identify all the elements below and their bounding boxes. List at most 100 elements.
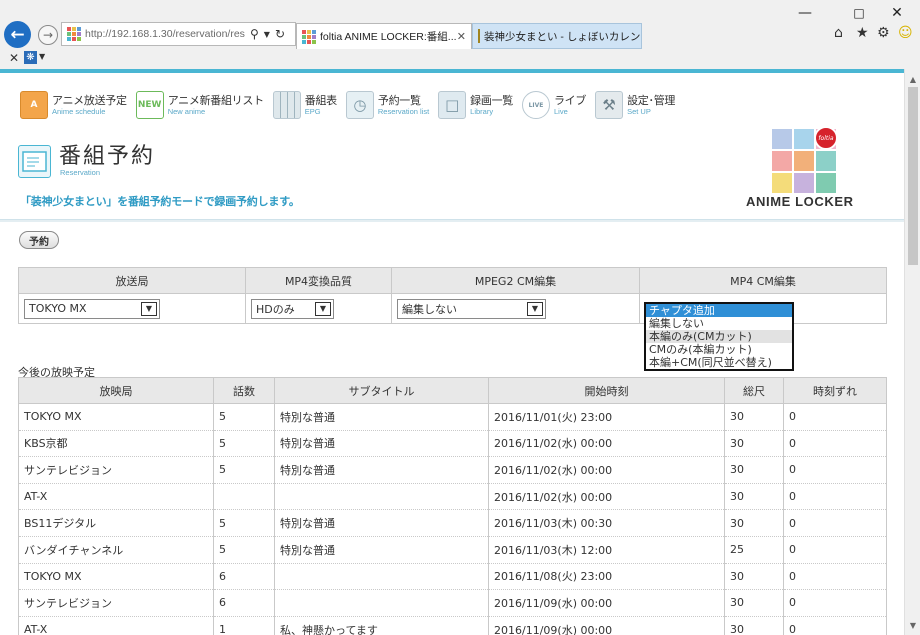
nav-epg[interactable]: 番組表 EPG (272, 89, 337, 121)
header-divider (0, 219, 904, 222)
table-cell: AT-X (18, 616, 214, 635)
table-cell: サンテレビジョン (18, 456, 214, 484)
tab-syoboi-calendar[interactable]: 装神少女まとい - しょぼいカレンダー (472, 23, 642, 49)
refresh-icon[interactable]: ↻ (275, 27, 285, 41)
folder-icon: □ (438, 91, 467, 119)
table-cell: 0 (783, 456, 887, 484)
url-text[interactable]: http://192.168.1.30/reservation/rese (85, 28, 245, 40)
close-tab-icon[interactable]: ✕ (457, 30, 466, 43)
column-header: 放送局 (18, 267, 246, 294)
table-cell: 0 (783, 616, 887, 635)
table-cell: 30 (724, 616, 784, 635)
table-row: AT-X 2016/11/02(水) 00:00 30 0 (18, 483, 887, 511)
dropdown-option[interactable]: CMのみ(本編カット) (646, 343, 792, 356)
dropdown-option[interactable]: 本編のみ(CMカット) (646, 330, 792, 343)
table-cell: 6 (213, 589, 275, 617)
table-cell (274, 589, 489, 617)
smiley-icon[interactable]: ☺ (898, 25, 913, 41)
table-cell: 30 (724, 456, 784, 484)
home-icon[interactable]: ⌂ (834, 25, 843, 41)
nav-sublabel: New anime (167, 106, 206, 116)
nav-sublabel: EPG (304, 106, 321, 116)
dropdown-option[interactable]: 本編+CM(同尺並べ替え) (646, 356, 792, 369)
tab-favicon-icon (302, 29, 316, 44)
column-header: 放映局 (18, 377, 214, 404)
dropdown-option[interactable]: 編集しない (646, 317, 792, 330)
address-bar[interactable]: http://192.168.1.30/reservation/rese ⚲ ▼… (61, 22, 296, 46)
scroll-down-icon[interactable]: ▼ (905, 617, 920, 633)
nav-sublabel: Anime schedule (52, 106, 106, 116)
table-cell: 特別な普通 (274, 536, 489, 564)
mpeg2-cm-select[interactable]: 編集しない ▼ (397, 298, 546, 319)
table-cell: 特別な普通 (274, 403, 489, 431)
tab-title: 装神少女まとい - しょぼいカレンダー (484, 30, 641, 43)
table-cell: 特別な普通 (274, 509, 489, 537)
foltia-disc-icon: foltia (814, 126, 838, 150)
table-cell: 5 (213, 509, 275, 537)
table-cell: 30 (724, 509, 784, 537)
column-header: MPEG2 CM編集 (391, 267, 640, 294)
column-header: 時刻ずれ (783, 377, 887, 404)
table-cell: 1 (213, 616, 275, 635)
chevron-down-icon[interactable]: ▼ (527, 301, 543, 316)
nav-live[interactable]: LIVE ライブ Live (521, 89, 586, 121)
page-content: A アニメ放送予定 Anime schedule NEW アニメ新番組リスト New… (0, 69, 904, 635)
tab-anime-locker[interactable]: foltia ANIME LOCKER:番組... ✕ (296, 23, 472, 49)
main-navigation: A アニメ放送予定 Anime schedule NEW アニメ新番組リスト New… (20, 89, 684, 121)
close-bar-icon[interactable]: ✕ (9, 51, 19, 65)
nav-sublabel: Set UP (627, 106, 651, 116)
page-header: 番組予約 Reservation (18, 145, 155, 178)
nav-sublabel: Library (470, 106, 494, 116)
table-cell: 2016/11/08(火) 23:00 (488, 563, 725, 591)
vertical-scrollbar[interactable]: ▲ ▼ (904, 69, 920, 635)
nav-anime-schedule[interactable]: A アニメ放送予定 Anime schedule (20, 89, 127, 121)
table-cell: 0 (783, 589, 887, 617)
chevron-down-icon[interactable]: ▼ (141, 301, 157, 316)
table-cell (213, 483, 275, 511)
nav-label: 録画一覧 (470, 93, 513, 107)
nav-library[interactable]: □ 録画一覧 Library (438, 89, 513, 121)
table-cell: 0 (783, 430, 887, 458)
column-header: MP4 CM編集 (639, 267, 887, 294)
column-header: 話数 (213, 377, 275, 404)
anime-schedule-icon: A (20, 91, 48, 119)
nav-label: アニメ新番組リスト (167, 93, 264, 107)
table-cell: 2016/11/03(木) 12:00 (488, 536, 725, 564)
station-select[interactable]: TOKYO MX ▼ (24, 298, 160, 319)
dropdown-arrow-icon[interactable]: ▼ (264, 30, 270, 39)
reservation-clock-icon (18, 145, 51, 178)
forward-button[interactable]: → (38, 25, 58, 45)
table-cell: 30 (724, 403, 784, 431)
table-cell: 2016/11/03(木) 00:30 (488, 509, 725, 537)
page-title: 番組予約 (59, 144, 156, 169)
back-button[interactable]: ← (4, 21, 31, 48)
nav-new-anime[interactable]: NEW アニメ新番組リスト New anime (135, 89, 264, 121)
table-cell: 2016/11/09(水) 00:00 (488, 616, 725, 635)
nav-reservation-list[interactable]: ◷ 予約一覧 Reservation list (345, 89, 429, 121)
dropdown-arrow-icon[interactable]: ▼ (39, 52, 45, 61)
chevron-down-icon[interactable]: ▼ (315, 301, 331, 316)
mp4-cm-dropdown-list[interactable]: チャプタ追加 編集しない 本編のみ(CMカット) CMのみ(本編カット) 本編+… (644, 302, 794, 371)
table-cell: BS11デジタル (18, 509, 214, 537)
table-cell: 25 (724, 536, 784, 564)
scroll-thumb[interactable] (908, 87, 918, 265)
addon-gear-icon[interactable]: ❋ (24, 51, 37, 64)
table-cell: 0 (783, 536, 887, 564)
scroll-up-icon[interactable]: ▲ (905, 71, 920, 87)
table-cell: 2016/11/09(水) 00:00 (488, 589, 725, 617)
reserve-button[interactable]: 予約 (19, 231, 59, 249)
gear-icon[interactable]: ⚙ (877, 25, 890, 41)
table-cell: 6 (213, 563, 275, 591)
table-cell: 私、神懸かってます (274, 616, 489, 635)
table-cell: TOKYO MX (18, 563, 214, 591)
favorites-star-icon[interactable]: ★ (856, 25, 869, 41)
mp4-quality-select[interactable]: HDのみ ▼ (251, 298, 334, 319)
dropdown-option[interactable]: チャプタ追加 (646, 304, 792, 317)
column-header: MP4変換品質 (245, 267, 392, 294)
table-cell: KBS京都 (18, 430, 214, 458)
calendar-favicon-icon (478, 29, 480, 43)
search-icon[interactable]: ⚲ (250, 27, 259, 41)
table-cell: 30 (724, 483, 784, 511)
nav-setup[interactable]: ⚒ 設定･管理 Set UP (595, 89, 675, 121)
live-broadcast-icon: LIVE (521, 91, 550, 119)
